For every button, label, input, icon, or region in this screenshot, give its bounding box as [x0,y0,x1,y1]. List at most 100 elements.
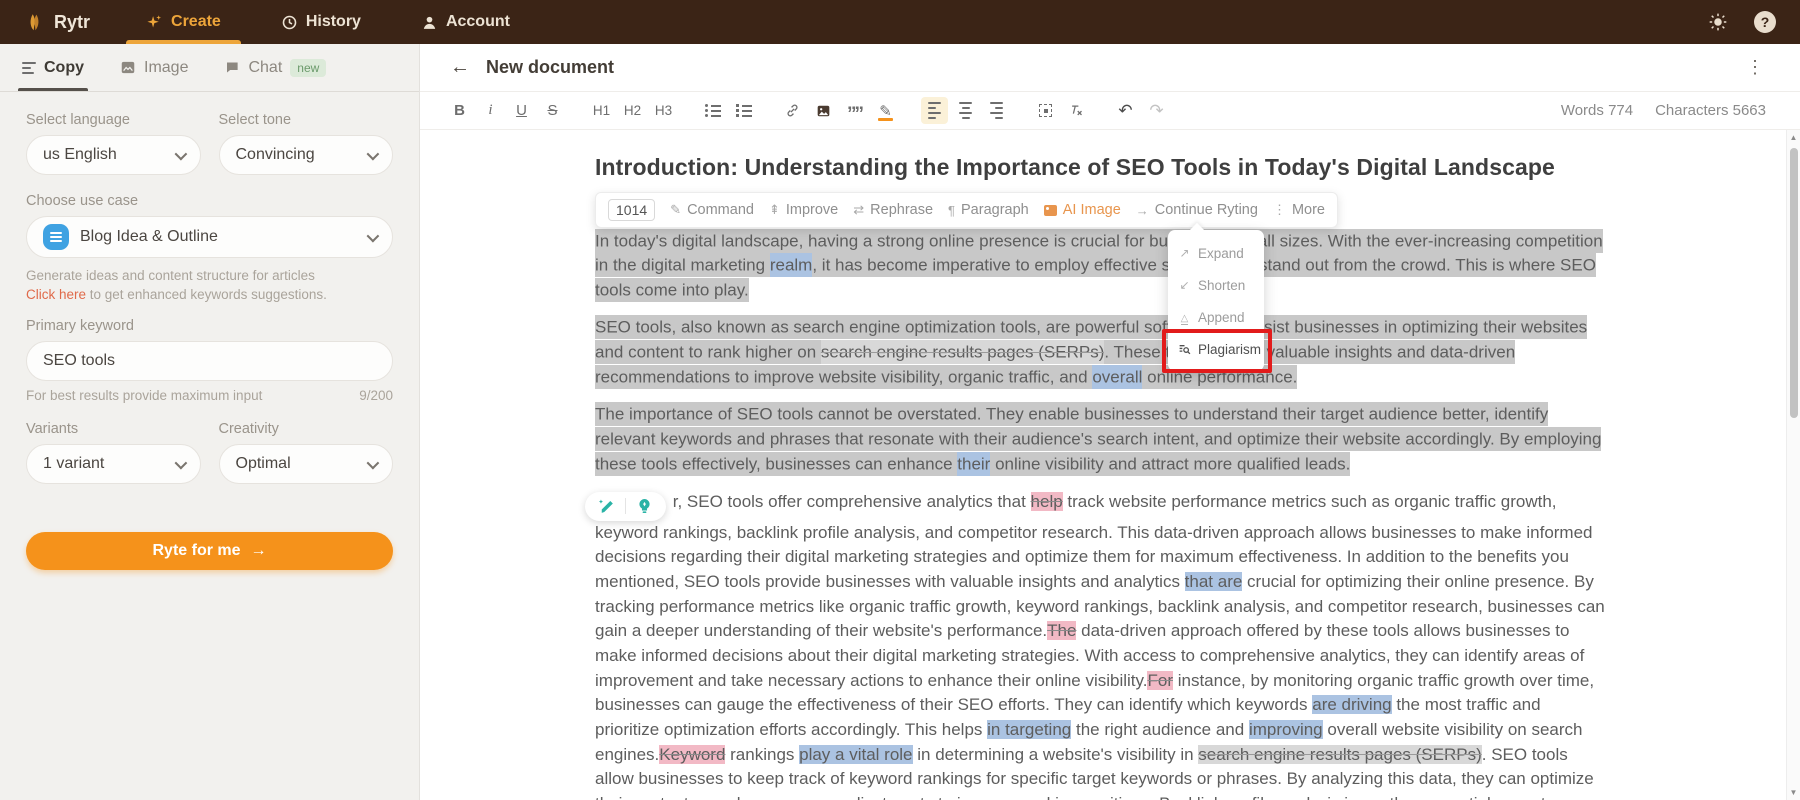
document-stats: Words 774 Characters 5663 [1561,102,1766,119]
history-clock-icon [281,14,298,31]
primary-keyword-input[interactable] [26,341,393,381]
sidebar-tabs: Copy Image Chat new [0,44,419,92]
back-arrow-icon[interactable]: ← [450,56,470,79]
expand-icon: ↗ [1178,246,1191,260]
kebab-menu-icon[interactable]: ⋮ [1740,57,1770,78]
word-count: 774 [1608,102,1633,119]
pen-wand-icon: ✎ [670,202,681,218]
improve-button[interactable]: ⇞Improve [769,202,838,218]
sparkle-icon [146,14,163,31]
language-select[interactable]: us English [26,135,201,175]
align-center-button[interactable] [952,97,979,124]
tone-select[interactable]: Convincing [219,135,394,175]
document-body: In today's digital landscape, having a s… [595,229,1607,800]
improve-icon: ⇞ [769,202,780,218]
document-paragraph[interactable]: In today's digital landscape, having a s… [595,229,1607,303]
document-paragraph[interactable]: The importance of SEO tools cannot be ov… [595,403,1607,477]
ryte-for-me-button[interactable]: Ryte for me → [26,532,393,570]
copy-lines-icon [22,62,36,74]
context-toolbar: 1014 ✎Command ⇞Improve ⇄Rephrase ¶Paragr… [595,192,1338,228]
document-heading[interactable]: Introduction: Understanding the Importan… [595,154,1607,181]
scroll-down-icon[interactable]: ▼ [1787,788,1800,797]
use-case-select[interactable]: Blog Idea & Outline [26,216,393,258]
rytr-logo-icon [24,11,46,33]
creativity-select[interactable]: Optimal [219,444,394,484]
menu-item-shorten[interactable]: ↙Shorten [1168,269,1264,301]
document-title[interactable]: New document [486,57,614,78]
editor: ← New document ⋮ B i U S H1 H2 H3 ”” ✎ [420,44,1800,800]
align-left-button[interactable] [921,97,948,124]
h1-button[interactable]: H1 [588,97,615,124]
nav-item-account[interactable]: Account [415,0,516,44]
ai-image-button[interactable]: AI Image [1044,202,1121,218]
tone-label: Select tone [219,112,394,128]
undo-button[interactable]: ↶ [1112,97,1139,124]
keyword-hint: For best results provide maximum input [26,388,262,403]
more-dots-icon: ⋮ [1273,202,1286,218]
align-right-button[interactable] [983,97,1010,124]
chevron-down-icon [367,147,380,160]
inline-suggestion-pill[interactable] [585,492,666,521]
idea-bulb-icon [635,497,654,516]
help-icon[interactable]: ? [1754,11,1776,33]
menu-item-expand[interactable]: ↗Expand [1168,237,1264,269]
h3-button[interactable]: H3 [650,97,677,124]
numbered-list-button[interactable] [730,97,757,124]
tab-copy[interactable]: Copy [22,44,84,91]
menu-item-append[interactable]: △Append [1168,301,1264,333]
magic-pen-icon [597,497,616,516]
continue-arrow-icon: → [1136,203,1149,218]
h2-button[interactable]: H2 [619,97,646,124]
command-button[interactable]: ✎Command [670,202,754,218]
pill-divider [625,498,626,514]
keyword-counter: 9/200 [359,388,393,403]
brand[interactable]: Rytr [24,11,90,33]
account-person-icon [421,14,438,31]
append-icon: △ [1178,310,1191,325]
vertical-scrollbar[interactable]: ▲ ▼ [1786,130,1800,800]
nav-item-create[interactable]: Create [140,0,227,44]
bold-button[interactable]: B [446,97,473,124]
blockquote-button[interactable]: ”” [841,97,868,124]
theme-toggle-sun-icon[interactable] [1708,12,1728,32]
chevron-down-icon [367,229,380,242]
paragraph-icon: ¶ [948,203,955,218]
more-button[interactable]: ⋮More [1273,202,1325,218]
italic-button[interactable]: i [477,97,504,124]
underline-button[interactable]: U [508,97,535,124]
document-paragraph[interactable]: SEO tools, also known as search engine o… [595,316,1607,390]
document-canvas[interactable]: Introduction: Understanding the Importan… [420,130,1800,800]
chevron-down-icon [174,147,187,160]
rephrase-button[interactable]: ⇄Rephrase [853,202,933,218]
highlight-button[interactable]: ✎ [872,97,899,124]
use-case-help: Generate ideas and content structure for… [26,268,393,283]
ai-image-icon [1044,205,1057,216]
variants-select[interactable]: 1 variant [26,444,201,484]
chevron-down-icon [367,456,380,469]
scroll-up-icon[interactable]: ▲ [1787,133,1800,142]
tab-chat[interactable]: Chat new [224,44,326,91]
variants-label: Variants [26,421,201,437]
nav-item-history[interactable]: History [275,0,367,44]
tab-image[interactable]: Image [120,44,188,91]
bullet-list-button[interactable] [699,97,726,124]
document-paragraph[interactable]: r, SEO tools offer comprehensive analyti… [595,490,1607,800]
click-here-link[interactable]: Click here [26,287,86,302]
rephrase-icon: ⇄ [853,202,864,218]
strikethrough-button[interactable]: S [539,97,566,124]
scrollbar-thumb[interactable] [1790,148,1798,418]
clear-formatting-button[interactable] [1063,97,1090,124]
brand-name: Rytr [54,12,90,33]
redo-button[interactable]: ↷ [1143,97,1170,124]
selection-char-count: 1014 [608,199,655,221]
insert-image-button[interactable] [810,97,837,124]
menu-item-plagiarism[interactable]: Plagiarism [1168,333,1264,365]
paragraph-button[interactable]: ¶Paragraph [948,202,1029,218]
clear-block-button[interactable] [1032,97,1059,124]
char-count: 5663 [1733,102,1766,119]
continue-ryting-button[interactable]: →Continue Ryting [1136,202,1258,218]
arrow-right-icon: → [251,542,267,560]
new-badge: new [290,59,326,77]
image-icon [120,60,136,75]
link-button[interactable] [779,97,806,124]
